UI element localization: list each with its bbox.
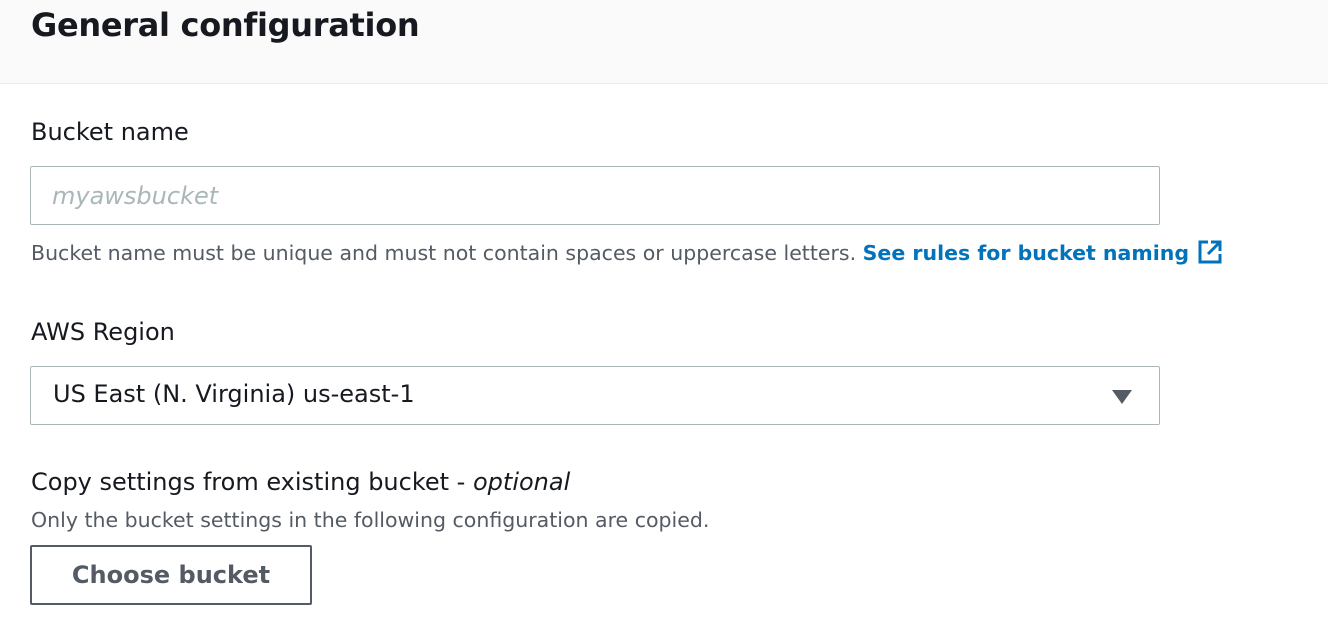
aws-region-label: AWS Region [31, 318, 175, 346]
bucket-naming-rules-link-text[interactable]: See rules for bucket naming [863, 241, 1189, 265]
bucket-name-input[interactable] [31, 167, 1159, 224]
bucket-naming-rules-link[interactable]: See rules for bucket naming [863, 240, 1223, 265]
section-title: General configuration [31, 6, 420, 44]
caret-down-icon [1112, 389, 1132, 408]
copy-settings-label-text: Copy settings from existing bucket - [31, 468, 473, 496]
external-link-icon[interactable] [1197, 239, 1223, 270]
choose-bucket-button[interactable]: Choose bucket [30, 545, 312, 605]
copy-settings-label: Copy settings from existing bucket - opt… [31, 468, 570, 496]
bucket-name-help-text: Bucket name must be unique and must not … [31, 241, 857, 265]
bucket-name-field-box[interactable] [30, 166, 1160, 225]
optional-tag: optional [472, 468, 571, 496]
bucket-name-label: Bucket name [31, 118, 189, 146]
copy-settings-help: Only the bucket settings in the followin… [31, 508, 710, 532]
aws-region-select[interactable]: US East (N. Virginia) us-east-1 [30, 366, 1160, 425]
section-header: General configuration [0, 0, 1328, 84]
aws-region-selected-value: US East (N. Virginia) us-east-1 [53, 380, 415, 408]
bucket-name-help: Bucket name must be unique and must not … [31, 239, 1223, 270]
